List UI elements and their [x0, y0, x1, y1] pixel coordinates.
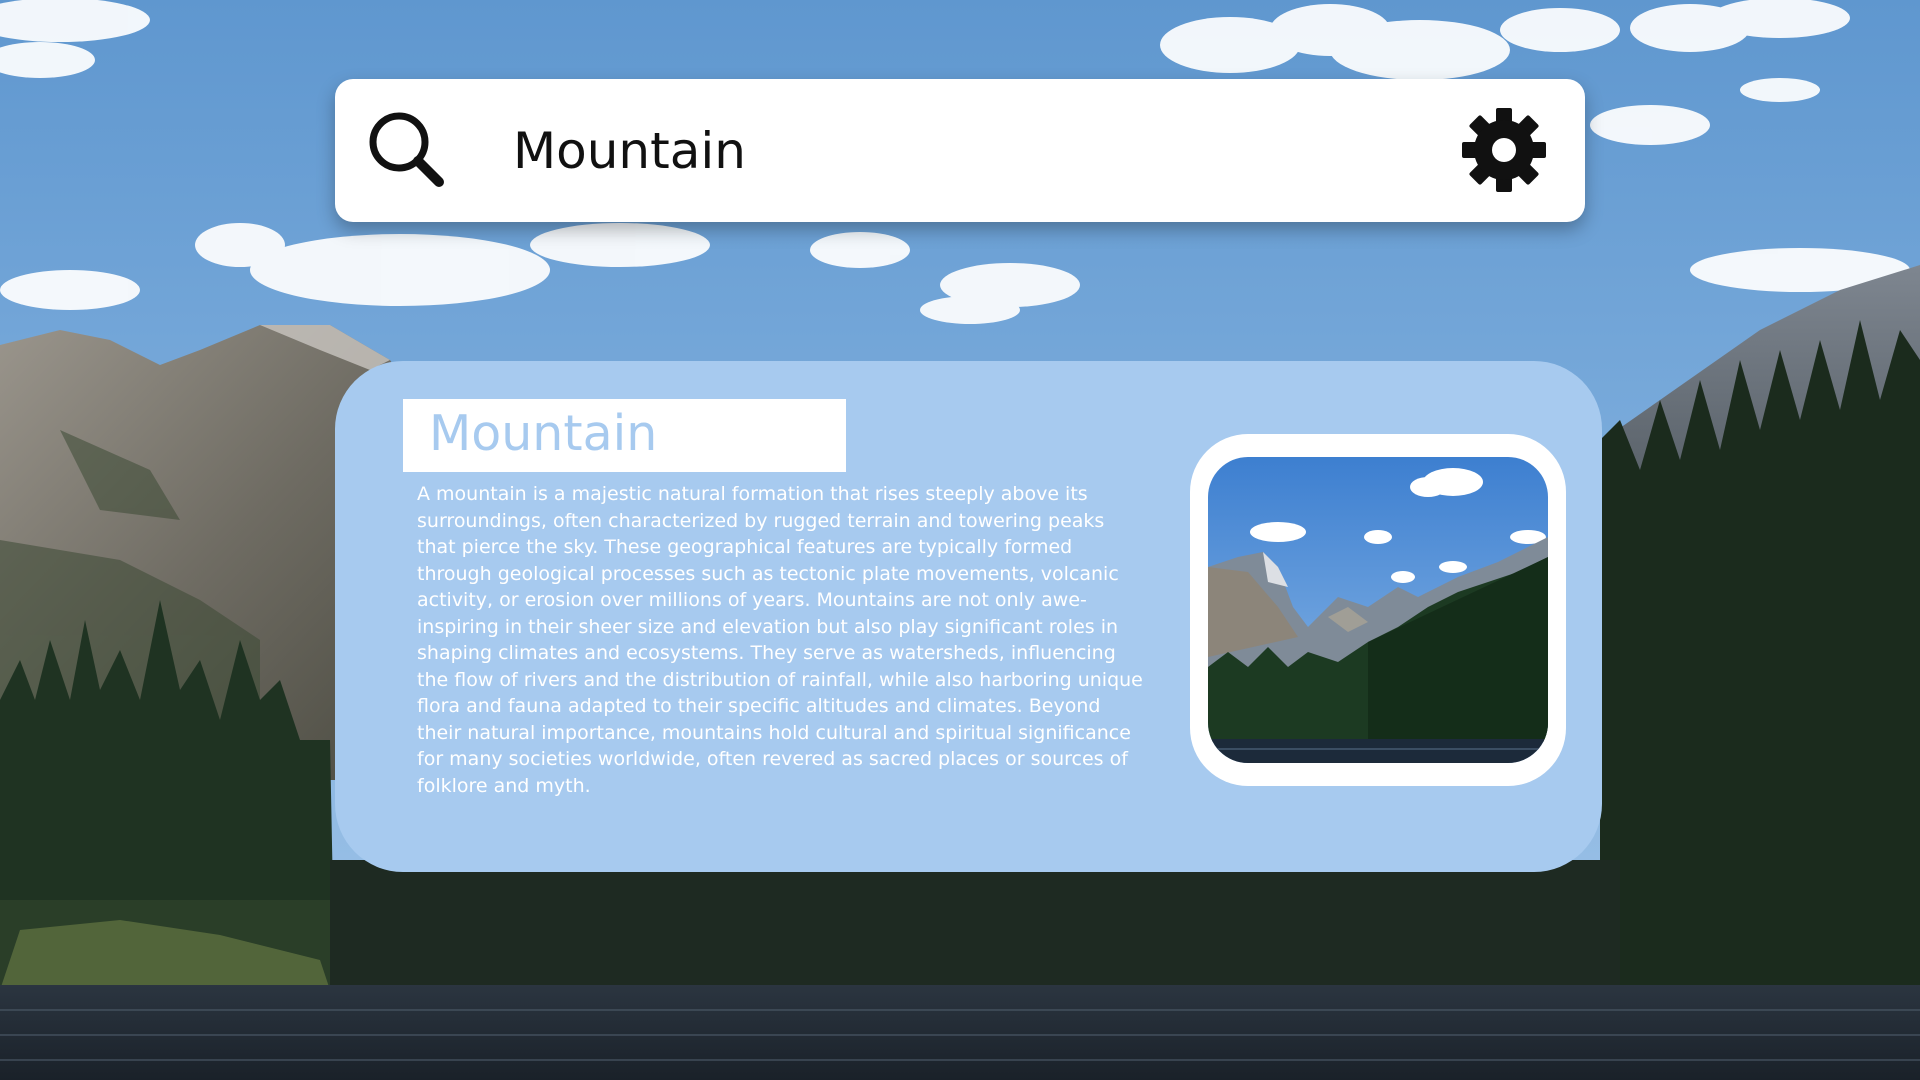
mountain-lake-photo [1208, 457, 1548, 763]
card-description: A mountain is a majestic natural formati… [417, 483, 1143, 797]
card-title: Mountain [429, 405, 658, 462]
info-card: Mountain A mountain is a majestic natura… [335, 361, 1602, 872]
search-icon[interactable] [365, 108, 451, 194]
card-title-box: Mountain [403, 399, 846, 472]
gear-icon[interactable] [1459, 105, 1549, 195]
search-bar [335, 79, 1585, 222]
photo-frame [1190, 434, 1566, 786]
search-input[interactable] [513, 109, 1393, 193]
